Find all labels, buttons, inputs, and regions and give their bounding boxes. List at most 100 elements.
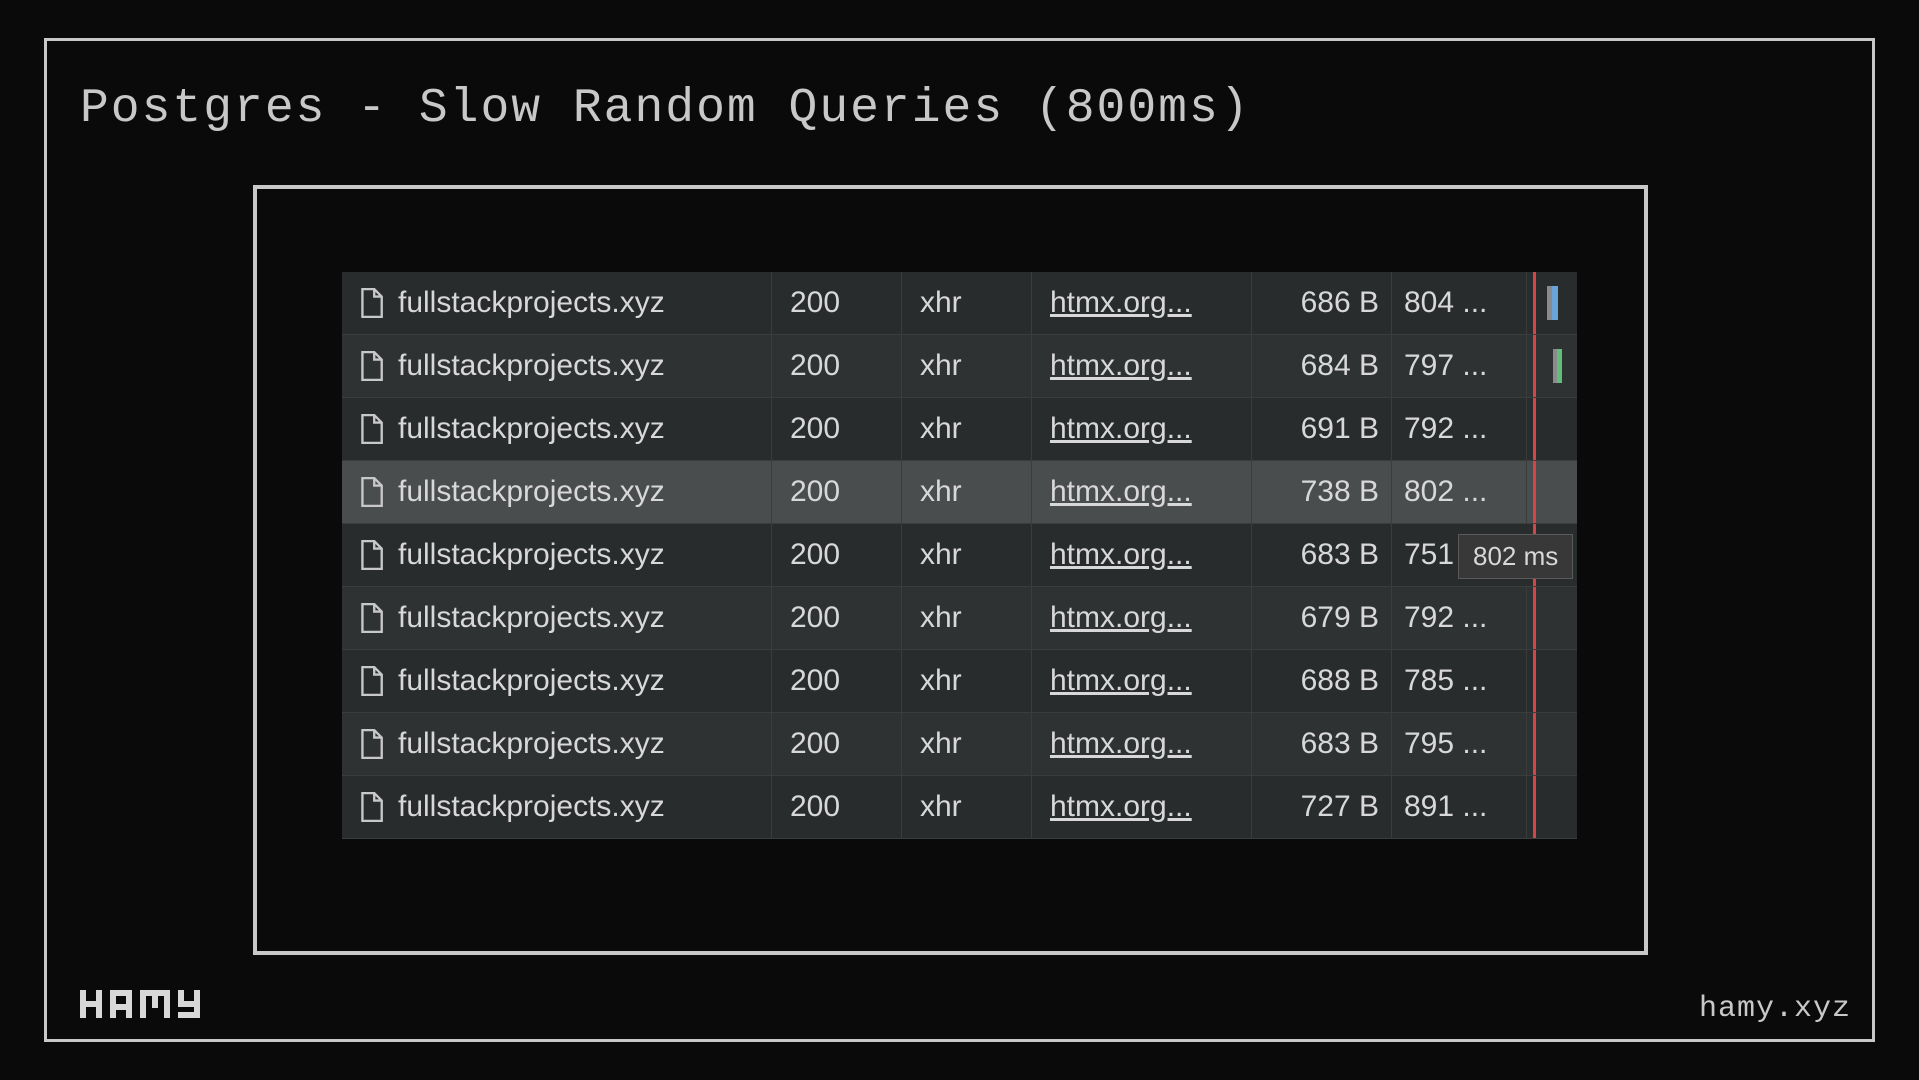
initiator-cell[interactable]: htmx.org...: [1032, 587, 1252, 649]
network-table: fullstackprojects.xyz 200 xhr htmx.org..…: [342, 272, 1577, 839]
request-name: fullstackprojects.xyz: [398, 601, 665, 635]
table-row[interactable]: fullstackprojects.xyz 200 xhr htmx.org..…: [342, 272, 1577, 335]
initiator-cell[interactable]: htmx.org...: [1032, 776, 1252, 838]
brand-logo: [80, 990, 210, 1026]
initiator-cell[interactable]: htmx.org...: [1032, 713, 1252, 775]
size-cell: 738 B: [1252, 461, 1392, 523]
request-name: fullstackprojects.xyz: [398, 412, 665, 446]
name-cell: fullstackprojects.xyz: [342, 776, 772, 838]
file-icon: [358, 351, 384, 381]
waterfall-cell: [1527, 587, 1577, 649]
name-cell: fullstackprojects.xyz: [342, 398, 772, 460]
file-icon: [358, 666, 384, 696]
initiator-cell[interactable]: htmx.org...: [1032, 524, 1252, 586]
timeline-marker: [1533, 335, 1536, 397]
time-cell: 792 ...: [1392, 587, 1527, 649]
type-cell: xhr: [902, 776, 1032, 838]
table-row[interactable]: fullstackprojects.xyz 200 xhr htmx.org..…: [342, 713, 1577, 776]
size-cell: 683 B: [1252, 713, 1392, 775]
name-cell: fullstackprojects.xyz: [342, 650, 772, 712]
table-row[interactable]: fullstackprojects.xyz 200 xhr htmx.org..…: [342, 398, 1577, 461]
time-cell: 804 ...: [1392, 272, 1527, 334]
waterfall-cell: [1527, 713, 1577, 775]
file-icon: [358, 729, 384, 759]
table-row[interactable]: fullstackprojects.xyz 200 xhr htmx.org..…: [342, 776, 1577, 839]
slide-title: Postgres - Slow Random Queries (800ms): [80, 82, 1251, 136]
timeline-marker: [1533, 713, 1536, 775]
size-cell: 727 B: [1252, 776, 1392, 838]
status-cell: 200: [772, 776, 902, 838]
waterfall-cell: [1527, 398, 1577, 460]
status-cell: 200: [772, 272, 902, 334]
time-cell: 891 ...: [1392, 776, 1527, 838]
size-cell: 688 B: [1252, 650, 1392, 712]
type-cell: xhr: [902, 398, 1032, 460]
waterfall-bar: [1553, 349, 1562, 383]
file-icon: [358, 477, 384, 507]
waterfall-cell: [1527, 335, 1577, 397]
timeline-marker: [1533, 650, 1536, 712]
timeline-marker: [1533, 776, 1536, 838]
type-cell: xhr: [902, 650, 1032, 712]
file-icon: [358, 792, 384, 822]
timeline-marker: [1533, 272, 1536, 334]
initiator-cell[interactable]: htmx.org...: [1032, 272, 1252, 334]
file-icon: [358, 603, 384, 633]
waterfall-bar: [1547, 286, 1558, 320]
status-cell: 200: [772, 461, 902, 523]
initiator-cell[interactable]: htmx.org...: [1032, 650, 1252, 712]
time-cell: 785 ...: [1392, 650, 1527, 712]
size-cell: 683 B: [1252, 524, 1392, 586]
request-name: fullstackprojects.xyz: [398, 664, 665, 698]
status-cell: 200: [772, 524, 902, 586]
file-icon: [358, 288, 384, 318]
time-cell: 795 ...: [1392, 713, 1527, 775]
file-icon: [358, 414, 384, 444]
waterfall-cell: [1527, 650, 1577, 712]
table-row[interactable]: fullstackprojects.xyz 200 xhr htmx.org..…: [342, 335, 1577, 398]
status-cell: 200: [772, 398, 902, 460]
site-url: hamy.xyz: [1699, 992, 1851, 1026]
request-name: fullstackprojects.xyz: [398, 538, 665, 572]
request-name: fullstackprojects.xyz: [398, 727, 665, 761]
status-cell: 200: [772, 713, 902, 775]
name-cell: fullstackprojects.xyz: [342, 461, 772, 523]
file-icon: [358, 540, 384, 570]
table-row[interactable]: fullstackprojects.xyz 200 xhr htmx.org..…: [342, 461, 1577, 524]
type-cell: xhr: [902, 272, 1032, 334]
initiator-cell[interactable]: htmx.org...: [1032, 335, 1252, 397]
time-cell: 792 ...: [1392, 398, 1527, 460]
request-name: fullstackprojects.xyz: [398, 286, 665, 320]
time-tooltip: 802 ms: [1458, 534, 1573, 579]
name-cell: fullstackprojects.xyz: [342, 713, 772, 775]
type-cell: xhr: [902, 461, 1032, 523]
name-cell: fullstackprojects.xyz: [342, 524, 772, 586]
size-cell: 684 B: [1252, 335, 1392, 397]
type-cell: xhr: [902, 587, 1032, 649]
time-cell: 797 ...: [1392, 335, 1527, 397]
size-cell: 686 B: [1252, 272, 1392, 334]
screenshot-frame: fullstackprojects.xyz 200 xhr htmx.org..…: [253, 185, 1648, 955]
type-cell: xhr: [902, 524, 1032, 586]
waterfall-cell: [1527, 272, 1577, 334]
table-row[interactable]: fullstackprojects.xyz 200 xhr htmx.org..…: [342, 587, 1577, 650]
type-cell: xhr: [902, 713, 1032, 775]
size-cell: 679 B: [1252, 587, 1392, 649]
size-cell: 691 B: [1252, 398, 1392, 460]
status-cell: 200: [772, 335, 902, 397]
request-name: fullstackprojects.xyz: [398, 349, 665, 383]
waterfall-cell: [1527, 776, 1577, 838]
initiator-cell[interactable]: htmx.org...: [1032, 461, 1252, 523]
initiator-cell[interactable]: htmx.org...: [1032, 398, 1252, 460]
name-cell: fullstackprojects.xyz: [342, 587, 772, 649]
name-cell: fullstackprojects.xyz: [342, 335, 772, 397]
table-row[interactable]: fullstackprojects.xyz 200 xhr htmx.org..…: [342, 650, 1577, 713]
hamy-logo-icon: [80, 990, 210, 1018]
name-cell: fullstackprojects.xyz: [342, 272, 772, 334]
status-cell: 200: [772, 650, 902, 712]
timeline-marker: [1533, 461, 1536, 523]
time-cell: 802 ...: [1392, 461, 1527, 523]
table-row[interactable]: fullstackprojects.xyz 200 xhr htmx.org..…: [342, 524, 1577, 587]
request-name: fullstackprojects.xyz: [398, 475, 665, 509]
timeline-marker: [1533, 587, 1536, 649]
